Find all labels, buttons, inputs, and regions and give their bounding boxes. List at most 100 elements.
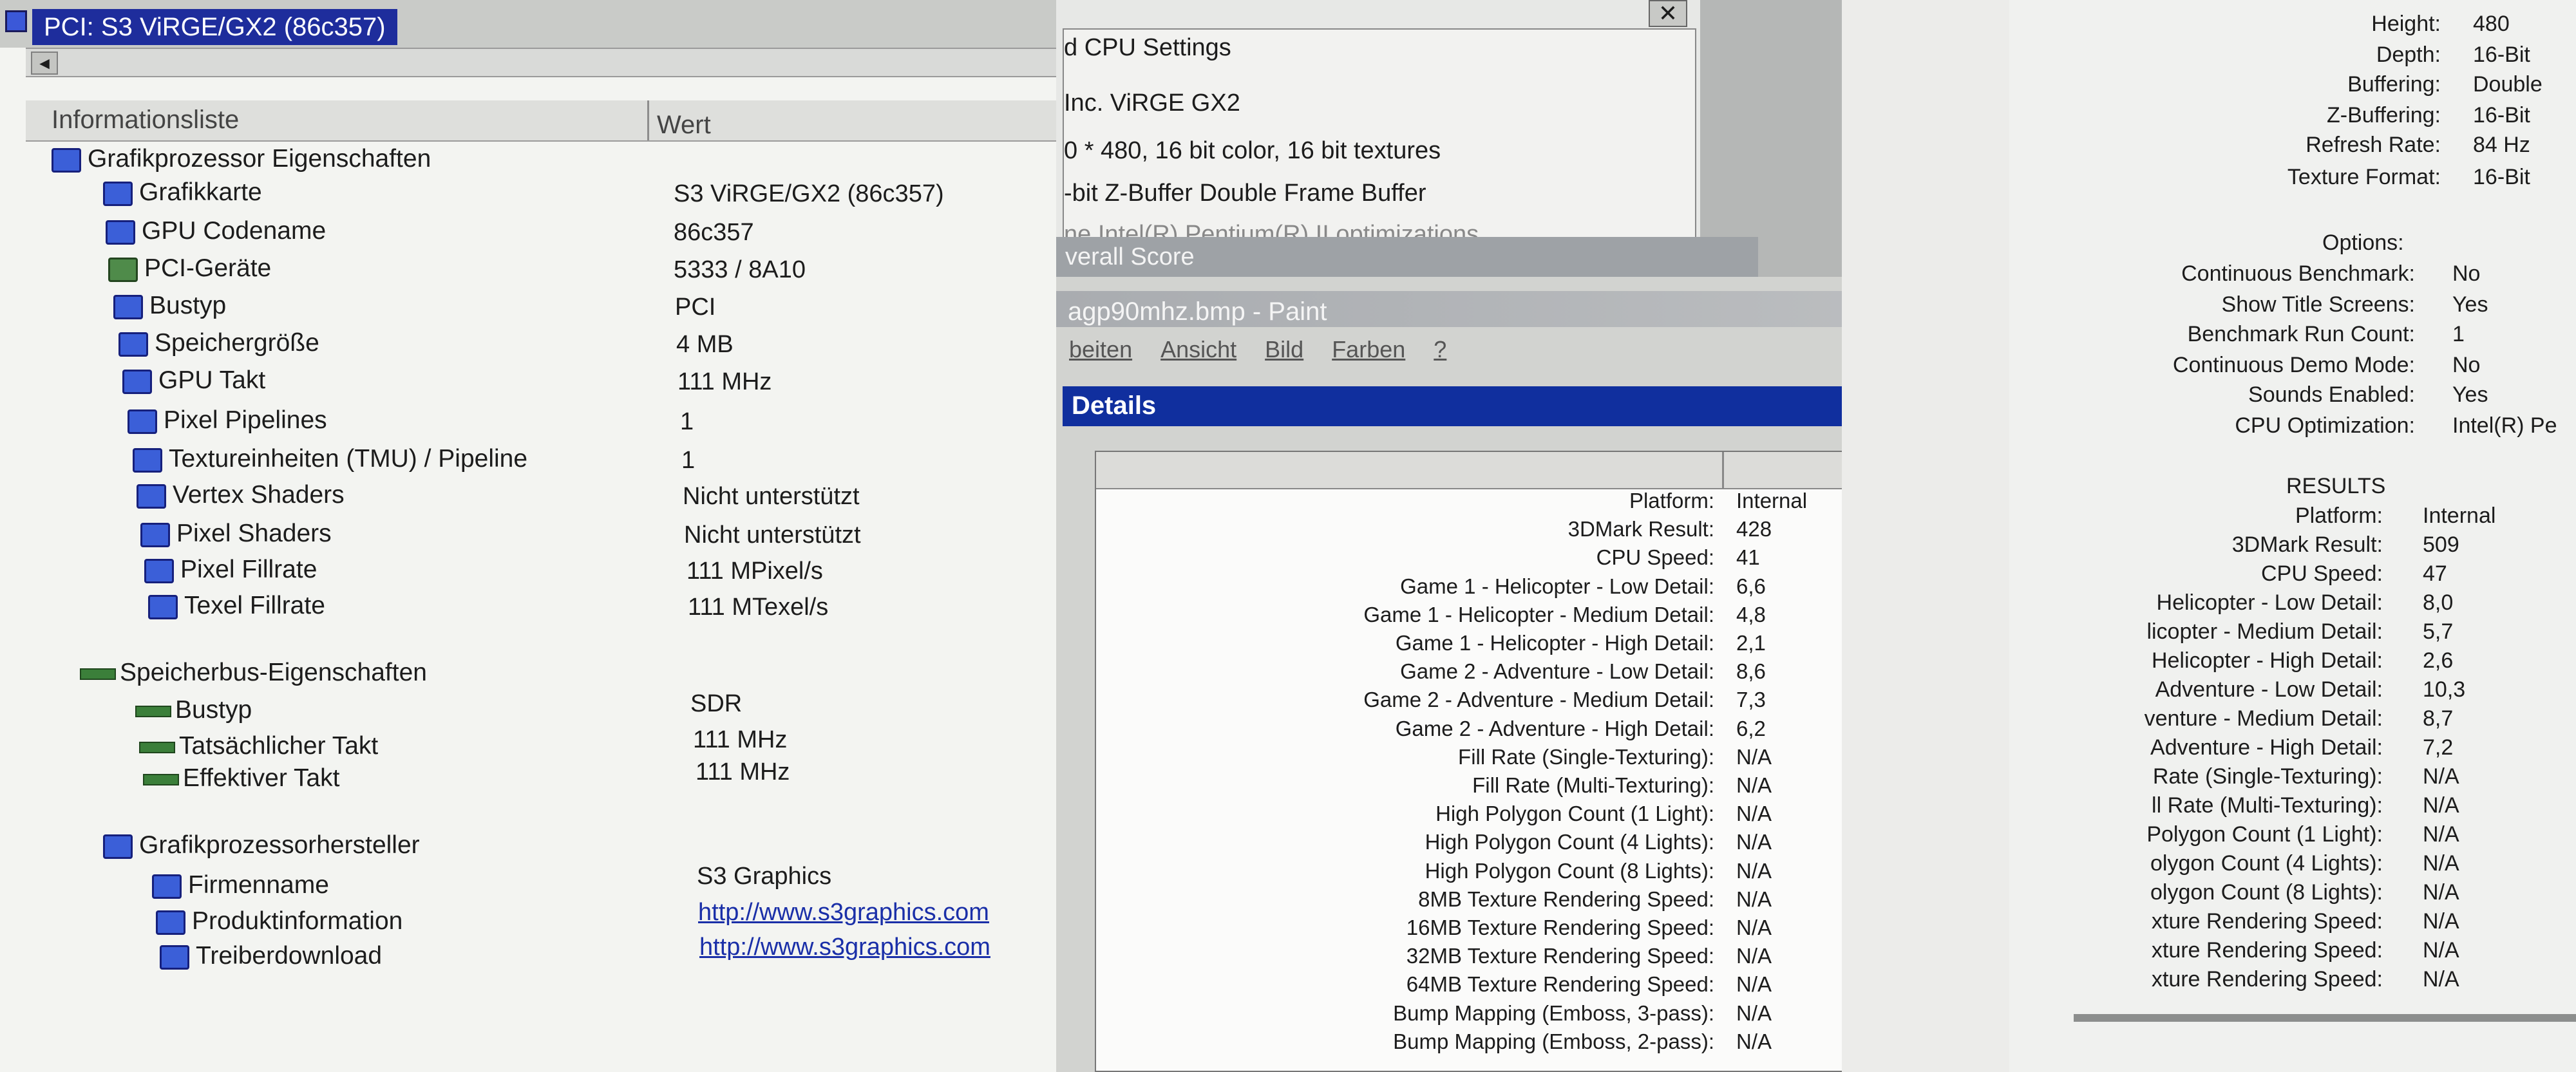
details-row-label-cell: Platform:: [1096, 488, 1714, 514]
result-label-cell: Height:: [1842, 10, 2441, 37]
property-row[interactable]: Treiberdownload: [160, 941, 382, 971]
result-label-cell: 3DMark Result:: [1842, 531, 2383, 558]
property-row[interactable]: monitor-icon GPU Codename: [106, 216, 326, 246]
result-value: Internal: [2423, 503, 2496, 528]
details-value: N/A: [1736, 1001, 1772, 1025]
results-header: RESULTS: [2286, 474, 2386, 498]
property-row[interactable]: Produktinformation: [156, 907, 402, 936]
menu-help[interactable]: ?: [1434, 336, 1446, 362]
property-row[interactable]: monitor-iconGrafikkarte: [103, 178, 262, 207]
monitor-icon: monitor-icon: [144, 558, 174, 583]
device-selector-value[interactable]: PCI: S3 ViRGE/GX2 (86c357): [32, 9, 397, 45]
result-label: olygon Count (8 Lights):: [2150, 880, 2383, 905]
menu-colors[interactable]: Farben: [1332, 336, 1405, 362]
result-value: 16-Bit: [2473, 42, 2530, 67]
result-label: Texture Format:: [2287, 165, 2441, 189]
details-label: 8MB Texture Rendering Speed:: [1418, 887, 1714, 911]
monitor-icon: monitor-icon: [106, 220, 135, 245]
result-label-cell: Sounds Enabled:: [1842, 381, 2415, 408]
property-row[interactable]: monitor-icon Pixel Pipelines: [128, 406, 327, 435]
column-divider[interactable]: [1722, 452, 1724, 488]
details-value: N/A: [1736, 802, 1772, 826]
info-panel: PCI: S3 ViRGE/GX2 (86c357) ◄ Information…: [0, 0, 1056, 1072]
monitor-icon: monitor-icon: [137, 484, 166, 509]
property-row[interactable]: Effektiver Takt: [143, 764, 340, 793]
monitor-icon: monitor-icon: [118, 332, 148, 357]
details-label: 32MB Texture Rendering Speed:: [1406, 944, 1714, 968]
result-label: Depth:: [2376, 42, 2441, 67]
scroll-left-arrow-icon[interactable]: ◄: [31, 52, 58, 75]
menu-view[interactable]: Ansicht: [1160, 336, 1236, 362]
result-label-cell: Rate (Single-Texturing):: [1842, 763, 2383, 790]
result-label-cell: licopter - Medium Detail:: [1842, 618, 2383, 645]
details-label: Game 1 - Helicopter - High Detail:: [1395, 631, 1714, 655]
monitor-icon: [52, 147, 81, 173]
horizontal-scrollbar[interactable]: ◄: [26, 48, 1056, 77]
result-label-cell: Depth:: [1842, 41, 2441, 68]
result-value: 5,7: [2423, 619, 2454, 644]
column-header-value[interactable]: Wert: [657, 111, 711, 140]
details-value: 2,1: [1736, 631, 1766, 655]
menu-edit[interactable]: beiten: [1069, 336, 1132, 362]
result-label-cell: Polygon Count (1 Light):: [1842, 821, 2383, 848]
monitor-icon: monitor-icon: [103, 181, 133, 206]
result-label-cell: Buffering:: [1842, 71, 2441, 98]
vendor-link[interactable]: http://www.s3graphics.com: [698, 898, 989, 927]
monitor-icon: [152, 874, 182, 899]
property-label: Bustyp: [175, 696, 252, 724]
monitor-icon: monitor-icon: [113, 294, 143, 319]
result-value: N/A: [2423, 764, 2459, 789]
memory-icon: [139, 741, 175, 753]
details-value: N/A: [1736, 1029, 1772, 1053]
details-value: Internal: [1736, 489, 1808, 512]
property-row[interactable]: monitor-icon Textureinheiten (TMU) / Pipe…: [133, 444, 527, 474]
close-icon[interactable]: ✕: [1649, 0, 1687, 27]
result-label-cell: venture - Medium Detail:: [1842, 705, 2383, 732]
result-label: Rate (Single-Texturing):: [2152, 764, 2383, 789]
memory-icon: [80, 668, 116, 680]
property-row[interactable]: monitor-icon Speichergröße: [118, 328, 319, 358]
result-value: 1: [2452, 322, 2465, 346]
result-value: 7,2: [2423, 735, 2454, 760]
details-label: High Polygon Count (8 Lights):: [1425, 858, 1714, 883]
device-selector[interactable]: PCI: S3 ViRGE/GX2 (86c357): [0, 0, 1056, 48]
result-label: Benchmark Run Count:: [2187, 322, 2415, 346]
result-label-cell: Helicopter - High Detail:: [1842, 647, 2383, 674]
memory-icon: [143, 773, 179, 785]
property-row[interactable]: Bustyp: [135, 695, 252, 725]
section-gpu-properties[interactable]: Grafikprozessor Eigenschaften: [52, 144, 431, 174]
section-gpu-vendor[interactable]: Grafikprozessorhersteller: [103, 831, 420, 860]
result-label: xture Rendering Speed:: [2151, 938, 2383, 963]
result-value: Yes: [2452, 292, 2488, 317]
property-row[interactable]: monitor-iconTexel Fillrate: [148, 591, 325, 621]
property-value: S3 ViRGE/GX2 (86c357): [674, 180, 944, 207]
column-header-field[interactable]: Informationsliste: [52, 106, 239, 135]
section-memory-bus[interactable]: Speicherbus-Eigenschaften: [80, 658, 427, 688]
property-label: Pixel Fillrate: [180, 556, 317, 583]
column-divider[interactable]: [647, 100, 649, 140]
property-row[interactable]: monitor-iconPixel Shaders: [140, 519, 332, 549]
property-value: 86c357: [674, 219, 754, 246]
property-row[interactable]: Tatsächlicher Takt: [139, 731, 378, 761]
result-label-cell: Benchmark Run Count:: [1842, 321, 2415, 348]
vendor-link[interactable]: http://www.s3graphics.com: [699, 932, 990, 962]
result-label: xture Rendering Speed:: [2151, 909, 2383, 934]
property-label: Pixel Pipelines: [164, 406, 327, 434]
monitor-icon: [160, 945, 189, 970]
result-label-cell: xture Rendering Speed:: [1842, 908, 2383, 935]
property-label: Produktinformation: [192, 907, 403, 935]
details-row-label-cell: 3DMark Result:: [1096, 516, 1714, 542]
property-row[interactable]: monitor-iconGPU Takt: [122, 366, 265, 395]
result-label-cell: Adventure - Low Detail:: [1842, 676, 2383, 703]
property-row[interactable]: monitor-icon Vertex Shaders: [137, 480, 345, 510]
result-label: ll Rate (Multi-Texturing):: [2152, 793, 2383, 818]
result-value: 16-Bit: [2473, 165, 2530, 189]
menu-image[interactable]: Bild: [1265, 336, 1303, 362]
property-row[interactable]: Firmenname: [152, 870, 329, 900]
property-row[interactable]: pci-iconPCI-Geräte: [108, 254, 271, 283]
settings-frame: d CPU Settings Inc. ViRGE GX2 0 * 480, 1…: [1063, 28, 1696, 248]
details-label: Bump Mapping (Emboss, 2-pass):: [1393, 1029, 1714, 1053]
property-row[interactable]: monitor-iconBustyp: [113, 291, 226, 321]
result-label: Helicopter - High Detail:: [2151, 648, 2383, 673]
property-row[interactable]: monitor-iconPixel Fillrate: [144, 555, 317, 585]
